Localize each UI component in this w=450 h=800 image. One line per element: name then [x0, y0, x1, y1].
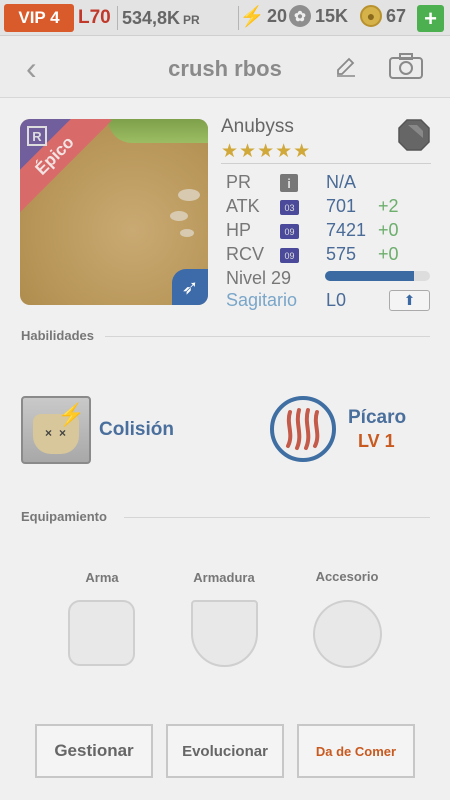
page-header: ‹ crush rbos: [0, 36, 450, 98]
coin-icon: ●: [360, 5, 382, 27]
energy-counter[interactable]: ⚡ 20: [239, 5, 288, 28]
level-progress-fill: [325, 271, 415, 281]
stat-label: HP: [226, 220, 252, 240]
section-title-skills: Habilidades: [21, 328, 94, 343]
stat-value: 701: [326, 196, 357, 216]
sign-level: L0: [326, 290, 347, 310]
energy-value: 20: [267, 5, 288, 26]
leader-skill-level: LV 1: [358, 431, 395, 451]
stat-bonus: +2: [378, 196, 399, 216]
add-currency-button[interactable]: +: [417, 5, 444, 32]
divider: [221, 163, 431, 164]
element-gem-icon[interactable]: [397, 118, 431, 152]
manage-button[interactable]: Gestionar: [35, 724, 153, 778]
slot-label-weapon: Arma: [85, 570, 119, 585]
stone: [170, 211, 188, 221]
stat-value: N/A: [326, 172, 357, 192]
stat-bonus: +0: [378, 220, 399, 240]
power-value: 534,8K: [122, 8, 181, 28]
slot-label-armor: Armadura: [193, 570, 255, 585]
weapon-slot[interactable]: [68, 600, 135, 666]
stat-label: PR: [226, 172, 252, 192]
divider: [117, 6, 118, 30]
camera-icon[interactable]: [388, 52, 424, 80]
lightning-icon: ⚡: [57, 402, 85, 427]
level-progress-bar: [325, 271, 430, 281]
page-title: crush rbos: [168, 56, 282, 81]
zodiac-sign-link[interactable]: Sagitario: [226, 290, 297, 311]
paw-value: 15K: [315, 5, 349, 26]
coin-counter[interactable]: ● 67: [360, 5, 406, 27]
claw-icon: [286, 408, 320, 450]
stone: [180, 229, 194, 237]
active-skill-name[interactable]: Colisión: [99, 419, 174, 441]
stat-row-rcv: RCV 09 575 +0: [226, 244, 436, 268]
stat-bonus: +0: [378, 244, 399, 264]
stat-row-hp: HP 09 7421 +0: [226, 220, 436, 244]
stat-badge: 09: [280, 224, 299, 239]
paw-icon: ✿: [289, 5, 311, 27]
power-rating: 534,8K PR: [122, 8, 200, 29]
section-title-equipment: Equipamiento: [21, 509, 107, 524]
coin-value: 67: [386, 5, 407, 26]
power-unit: PR: [183, 13, 200, 27]
stat-label: RCV: [226, 244, 265, 264]
divider: [124, 517, 430, 518]
eye: ×: [59, 426, 67, 440]
level-label: Nivel 29: [226, 268, 326, 292]
active-skill-icon[interactable]: × × ⚡: [21, 396, 91, 464]
leader-skill-name[interactable]: Pícaro: [348, 407, 406, 429]
stat-label: ATK: [226, 196, 260, 216]
accessory-slot[interactable]: [313, 600, 382, 668]
hero-name: Anubyss: [221, 116, 294, 137]
grass-decoration: [108, 119, 208, 143]
stat-row-pr: PR i N/A: [226, 172, 436, 196]
rarity-badge: R: [27, 126, 47, 146]
slot-label-accessory: Accesorio: [315, 569, 379, 584]
upgrade-arrow-icon[interactable]: ⬆: [389, 290, 430, 311]
stat-row-atk: ATK 03 701 +2: [226, 196, 436, 220]
energy-icon: ⚡: [239, 5, 265, 28]
leader-skill-icon[interactable]: [270, 396, 336, 462]
info-icon[interactable]: i: [280, 174, 298, 192]
evolve-button[interactable]: Evolucionar: [166, 724, 284, 778]
divider: [105, 336, 430, 337]
hero-portrait[interactable]: Épico R ➶: [20, 119, 208, 305]
player-level: L70: [78, 7, 111, 28]
star-rating: ★★★★★: [221, 141, 312, 162]
feed-button[interactable]: Da de Comer: [297, 724, 415, 778]
stat-badge: 09: [280, 248, 299, 263]
archer-class-icon: ➶: [172, 269, 208, 305]
level-text: Nivel 29: [226, 268, 292, 288]
stone: [178, 189, 200, 201]
status-bar: VIP 4 L70 534,8K PR ⚡ 20 ✿ 15K ● 67 +: [0, 0, 450, 36]
stat-value: 7421: [326, 220, 367, 240]
edit-icon[interactable]: [334, 54, 358, 78]
armor-slot[interactable]: [191, 600, 258, 667]
eye: ×: [45, 426, 53, 440]
paw-counter[interactable]: ✿ 15K: [289, 5, 348, 27]
stat-value: 575: [326, 244, 357, 264]
vip-badge[interactable]: VIP 4: [4, 4, 74, 32]
stat-badge: 03: [280, 200, 299, 215]
